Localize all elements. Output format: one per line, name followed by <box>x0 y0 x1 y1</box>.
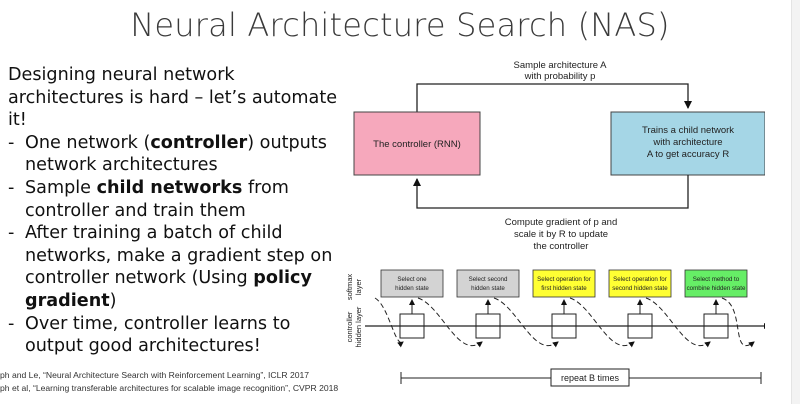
softmax-step-box <box>532 269 596 298</box>
sample-arrow <box>416 83 692 112</box>
repeat-label: repeat B times <box>561 373 620 383</box>
softmax-step-box <box>456 269 520 298</box>
softmax-step-label-line1: Select one <box>397 276 427 283</box>
softmax-layer-label-2: layer <box>354 278 363 295</box>
window-edge <box>791 0 800 404</box>
sample-label-line1: Sample architecture A <box>514 60 608 71</box>
hidden-layer-label-1: controller <box>345 311 354 342</box>
softmax-step-label-line2: second hidden state <box>612 285 668 292</box>
softmax-step-label-line2: hidden state <box>471 285 505 292</box>
bullet-text: Designing neural network architectures i… <box>8 64 353 358</box>
references: ph and Le, “Neural Architecture Search w… <box>0 369 338 395</box>
bullet-item: - One network (controller) outputs networ… <box>8 132 327 176</box>
softmax-step-label-line1: Select method to <box>693 276 740 283</box>
bullet-text-segment: Over time, controller learns to output g… <box>25 313 291 357</box>
bullet-text-segment: One network ( <box>25 132 151 153</box>
softmax-step-box <box>608 269 672 298</box>
child-label-line3: A to get accuracy R <box>647 149 730 160</box>
reference-1: ph and Le, “Neural Architecture Search w… <box>0 370 310 380</box>
bullet-bold-text: child networks <box>96 177 243 198</box>
bullet-text-segment: ) <box>109 290 117 311</box>
reference-2: ph et al, “Learning transferable archite… <box>0 383 339 393</box>
gradient-label-line1: Compute gradient of p and <box>505 217 618 228</box>
bullet-item: - After training a batch of child network… <box>8 223 333 311</box>
feedback-dashed-arrow <box>569 297 635 348</box>
intro-text: Designing neural network architectures i… <box>8 65 338 131</box>
feedback-dashed-arrow <box>493 297 559 348</box>
bullet-item: - Sample child networks from controller a… <box>8 177 289 221</box>
gradient-label-line2: scale it by R to update <box>514 229 608 240</box>
nas-diagram: Sample architecture A with probability p… <box>345 60 765 387</box>
softmax-step-label-line2: combine hidden state <box>687 285 746 292</box>
bullet-text-segment: Sample <box>25 177 97 198</box>
child-label-line1: Trains a child network <box>642 125 734 136</box>
sample-label-line2: with probability p <box>524 71 596 82</box>
hidden-layer-label-2: hidden layer <box>354 306 363 347</box>
feedback-dashed-arrow <box>645 297 711 348</box>
feedback-dashed-arrow <box>374 297 404 348</box>
controller-steps: Select one hidden state Select second hidde… <box>374 269 755 348</box>
gradient-label-line3: the controller <box>534 241 589 252</box>
bullet-item: - Over time, controller learns to output … <box>8 313 291 357</box>
softmax-step-label-line1: Select second <box>469 276 508 283</box>
controller-label: The controller (RNN) <box>373 139 461 150</box>
softmax-step-box <box>684 269 748 298</box>
child-label-line2: with architecture <box>652 137 722 148</box>
softmax-step-label-line2: hidden state <box>395 285 429 292</box>
bullet-list: - One network (controller) outputs networ… <box>8 132 353 358</box>
feedback-dashed-arrow <box>417 297 483 348</box>
softmax-step-label-line1: Select operation for <box>537 276 591 283</box>
softmax-step-box <box>380 269 444 298</box>
softmax-step-label-line1: Select operation for <box>613 276 667 283</box>
gradient-arrow <box>413 175 689 209</box>
softmax-step-label-line2: first hidden state <box>541 285 587 292</box>
bullet-bold-text: controller <box>150 132 248 153</box>
softmax-layer-label-1: softmax <box>345 274 354 301</box>
